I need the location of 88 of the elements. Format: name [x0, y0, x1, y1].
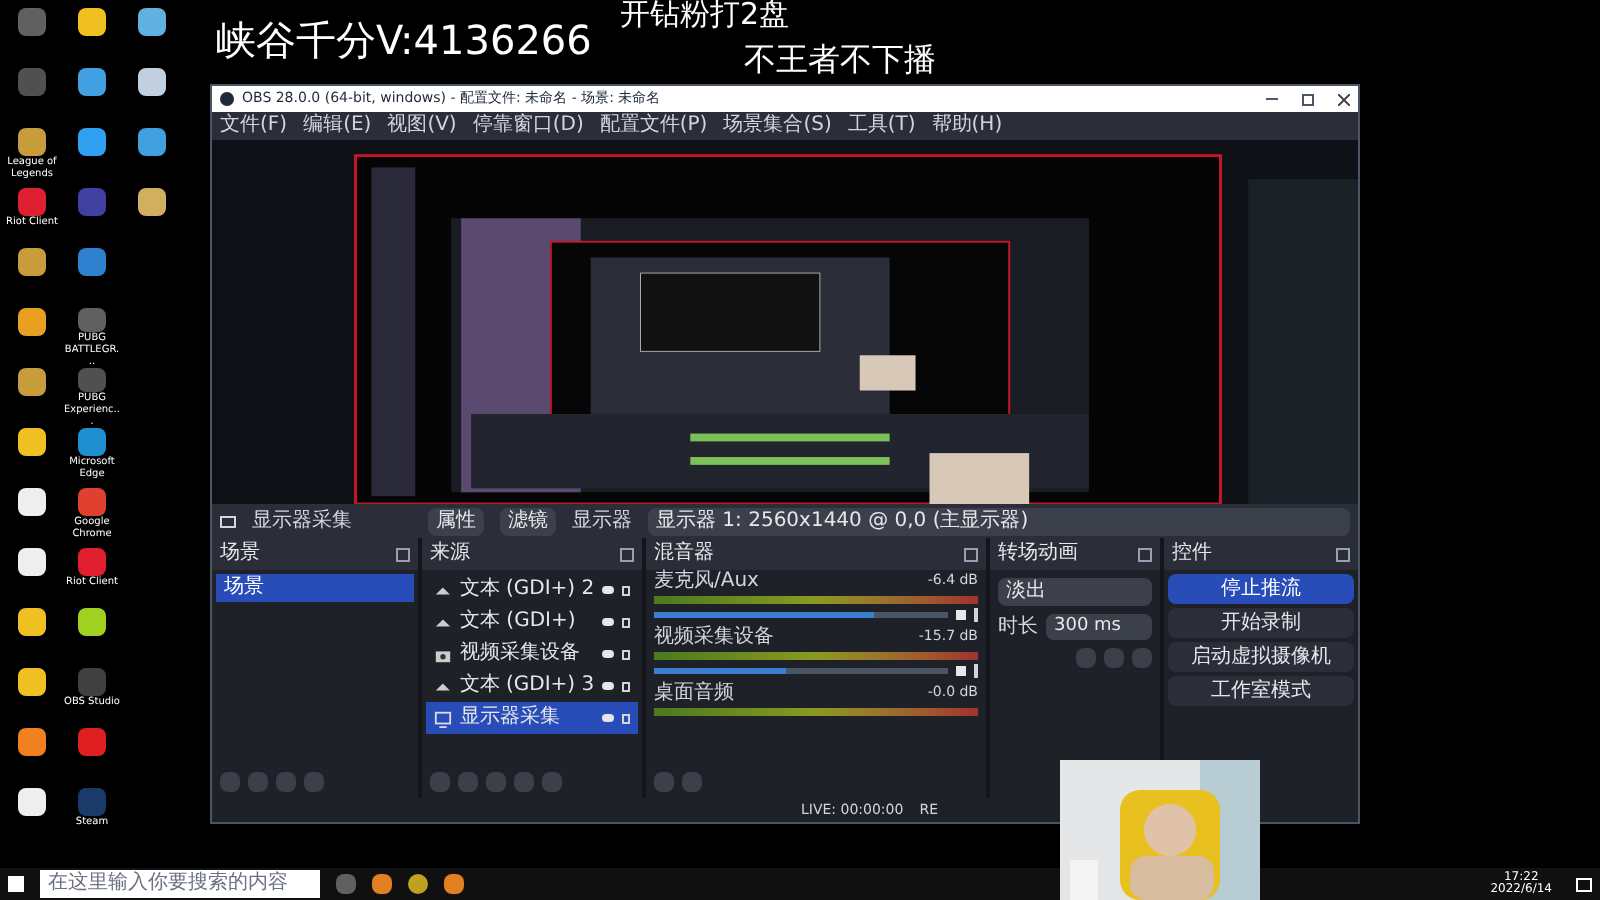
undock-icon[interactable] [1336, 547, 1350, 561]
undock-icon[interactable] [396, 547, 410, 561]
menu-item[interactable]: 视图(V) [387, 116, 457, 136]
app-icon[interactable] [138, 68, 166, 96]
app-icon[interactable] [78, 8, 106, 36]
app-icon[interactable] [18, 788, 46, 816]
undock-icon[interactable] [964, 547, 978, 561]
undock-icon[interactable] [620, 547, 634, 561]
start-icon[interactable] [8, 876, 24, 892]
notification-icon[interactable] [1576, 877, 1592, 891]
display-dropdown[interactable]: 显示器 1: 2560x1440 @ 0,0 (主显示器) [648, 507, 1350, 535]
scene-item[interactable]: 场景 [216, 574, 414, 602]
source-label: 文本 (GDI+) 3 [459, 676, 595, 696]
panel-title: 场景 [220, 544, 260, 564]
source-label: 显示器采集 [460, 708, 562, 728]
properties-button[interactable]: 属性 [428, 507, 484, 535]
panel-title: 控件 [1172, 544, 1212, 564]
panel-title: 来源 [430, 544, 470, 564]
app-icon[interactable] [18, 548, 46, 576]
lock-icon[interactable] [622, 617, 630, 627]
control-button[interactable]: 开始录制 [1168, 608, 1354, 638]
filters-button[interactable]: 滤镜 [500, 507, 556, 535]
eye-icon[interactable] [602, 618, 614, 626]
panel-title: 混音器 [654, 544, 714, 564]
eye-icon[interactable] [602, 586, 615, 594]
app-icon[interactable] [78, 428, 106, 456]
overlay-text: 峡谷千分V:4136266 [216, 20, 592, 60]
source-item[interactable]: 显示器采集 [426, 702, 638, 734]
app-icon[interactable] [78, 608, 106, 636]
overlay-text: 开钻粉打2盘 [620, 0, 790, 30]
undock-icon[interactable] [1138, 547, 1152, 561]
search-field[interactable]: 在这里输入你要搜索的内容 [40, 870, 320, 898]
lock-icon[interactable] [622, 649, 630, 659]
app-icon[interactable] [18, 368, 46, 396]
source-item[interactable]: 文本 (GDI+) 3 [426, 670, 638, 702]
app-icon[interactable] [138, 128, 166, 156]
source-label: 视频采集设备 [460, 644, 582, 664]
eye-icon[interactable] [602, 682, 615, 690]
panel-title: 转场动画 [998, 544, 1078, 564]
source-name: 显示器采集 [252, 511, 354, 531]
transition-dropdown[interactable]: 淡出 [998, 578, 1152, 606]
app-icon[interactable] [18, 428, 46, 456]
duration-field[interactable]: 300 ms [1046, 614, 1152, 640]
lock-icon[interactable] [622, 681, 630, 691]
control-button[interactable]: 停止推流 [1168, 574, 1354, 604]
menu-item[interactable]: 配置文件(P) [599, 116, 708, 136]
app-icon[interactable] [18, 308, 46, 336]
menu-item[interactable]: 文件(F) [220, 116, 288, 136]
close-icon[interactable] [1338, 93, 1350, 105]
volume-slider[interactable] [654, 612, 948, 618]
app-icon[interactable] [18, 248, 46, 276]
app-icon[interactable] [78, 68, 106, 96]
source-label: 文本 (GDI+) [460, 612, 578, 632]
menu-item[interactable]: 编辑(E) [303, 116, 372, 136]
lock-icon[interactable] [622, 585, 630, 595]
eye-icon[interactable] [602, 714, 614, 722]
app-icon[interactable] [78, 128, 106, 156]
overlay-text: 不王者不下播 [744, 44, 936, 76]
app-icon[interactable] [18, 488, 46, 516]
source-item[interactable]: 视频采集设备 [426, 638, 638, 670]
volume-slider[interactable] [654, 668, 948, 674]
source-label: 文本 (GDI+) 2 [459, 580, 595, 600]
monitor-icon [434, 709, 452, 727]
eye-icon[interactable] [602, 650, 614, 658]
menu-item[interactable]: 帮助(H) [931, 116, 1003, 136]
app-icon[interactable] [18, 728, 46, 756]
control-button[interactable]: 工作室模式 [1168, 676, 1354, 706]
display-label: 显示器 [572, 511, 632, 531]
monitor-icon [220, 515, 236, 527]
channel-name: 视频采集设备 [654, 626, 774, 648]
duration-label: 时长 [998, 617, 1038, 637]
app-icon[interactable] [18, 128, 46, 156]
control-button[interactable]: 启动虚拟摄像机 [1168, 642, 1354, 672]
menu-item[interactable]: 工具(T) [847, 116, 916, 136]
source-item[interactable]: 文本 (GDI+) 2 [426, 574, 638, 606]
lock-icon[interactable] [622, 713, 630, 723]
menu-item[interactable]: 停靠窗口(D) [472, 116, 584, 136]
app-logo-icon [220, 92, 234, 106]
menu-item[interactable]: 场景集合(S) [723, 116, 832, 136]
app-icon[interactable] [18, 668, 46, 696]
source-item[interactable]: 文本 (GDI+) [426, 606, 638, 638]
channel-name: 麦克风/Aux [654, 570, 759, 592]
channel-name: 桌面音频 [654, 682, 734, 704]
maximize-icon[interactable] [1302, 93, 1314, 105]
app-icon[interactable] [18, 608, 46, 636]
app-icon[interactable] [138, 8, 166, 36]
camera-icon [434, 645, 452, 663]
app-icon[interactable] [138, 188, 166, 216]
